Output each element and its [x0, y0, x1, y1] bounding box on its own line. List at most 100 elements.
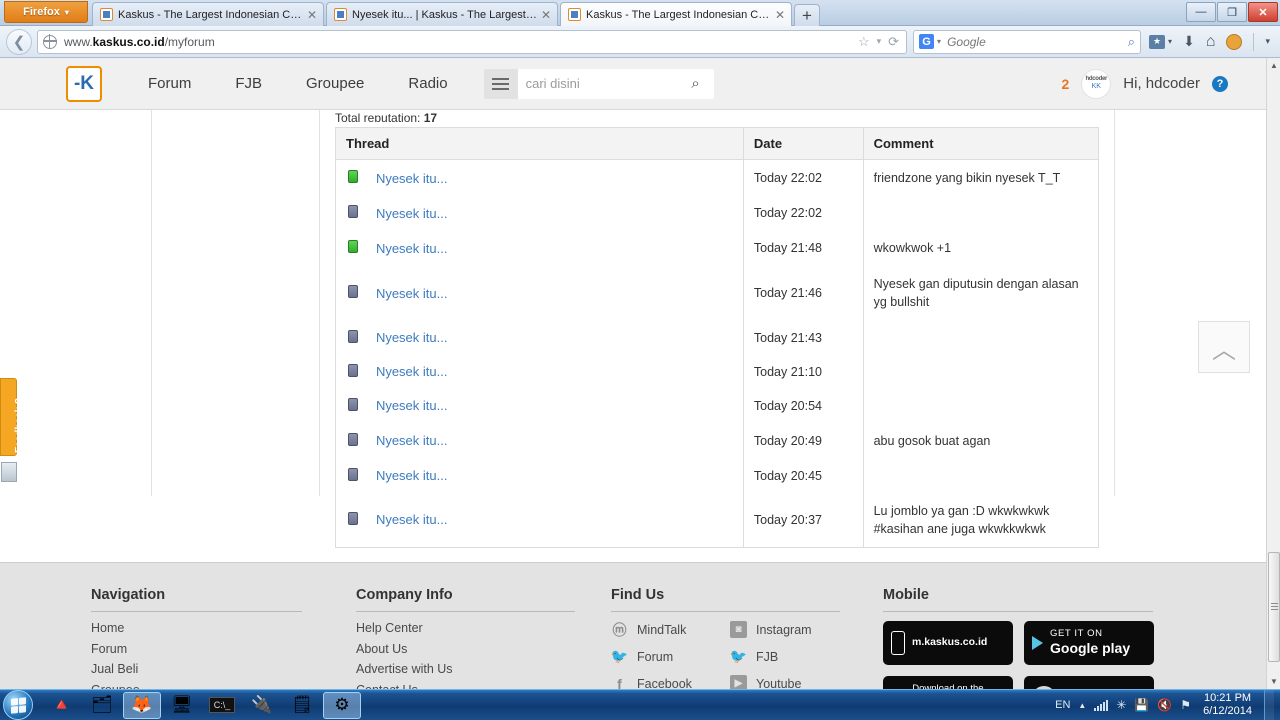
network-signal-icon[interactable]: [1094, 699, 1109, 711]
browser-tab-2[interactable]: Nyesek itu... | Kaskus - The Largest In.…: [326, 2, 558, 26]
address-bar[interactable]: www.kaskus.co.id/myforum ☆ ▾ ⟳: [37, 29, 908, 54]
footer-link-help-center[interactable]: Help Center: [356, 621, 611, 635]
close-icon[interactable]: ✕: [775, 8, 785, 22]
nav-item-radio[interactable]: Radio: [386, 75, 469, 92]
chevron-down-icon: ▾: [64, 7, 69, 17]
chevron-down-icon[interactable]: ▾: [877, 36, 882, 47]
taskbar-item-command-prompt[interactable]: C:\_: [203, 692, 241, 719]
footer-link-home[interactable]: Home: [91, 621, 356, 635]
close-icon[interactable]: ✕: [541, 8, 551, 22]
removable-media-icon[interactable]: 💾: [1134, 698, 1149, 712]
site-search-input[interactable]: cari disini: [517, 68, 678, 99]
thread-link[interactable]: Nyesek itu...: [376, 241, 448, 256]
thread-link[interactable]: Nyesek itu...: [376, 286, 448, 301]
footer-navigation: Navigation Home Forum Jual Beli Groupee …: [91, 587, 356, 689]
show-hidden-icons-icon[interactable]: ▲: [1078, 701, 1086, 710]
bookmark-star-icon[interactable]: ☆: [858, 34, 870, 50]
social-link-mindtalk[interactable]: ⓜ MindTalk: [611, 621, 730, 638]
taskbar-item-notepad[interactable]: 🗒: [283, 692, 321, 719]
taskbar-item-control-panel[interactable]: ⚙: [323, 691, 361, 719]
search-icon[interactable]: ⌕: [1128, 34, 1135, 50]
social-link-instagram[interactable]: ◙ Instagram: [730, 621, 849, 638]
minimize-button[interactable]: —: [1186, 2, 1216, 22]
show-desktop-button[interactable]: [1264, 689, 1274, 720]
page-scrollbar[interactable]: ▲ ▼: [1266, 58, 1280, 689]
blackberry-badge[interactable]: :: App World.: [1024, 676, 1154, 689]
notification-count[interactable]: 2: [1061, 76, 1069, 92]
feedback-tab[interactable]: Feedback ?: [0, 378, 25, 456]
nav-item-fjb[interactable]: FJB: [213, 75, 284, 92]
reload-icon[interactable]: ⟳: [888, 34, 899, 50]
divider: [1253, 32, 1255, 51]
search-icon[interactable]: ⌕: [677, 68, 714, 99]
new-tab-button[interactable]: +: [794, 4, 820, 26]
firefox-menu-button[interactable]: Firefox ▾: [4, 1, 88, 23]
chevron-up-icon: ︿: [1212, 336, 1236, 364]
column-header-date[interactable]: Date: [743, 127, 864, 160]
thread-link[interactable]: Nyesek itu...: [376, 433, 448, 448]
downloads-icon[interactable]: ⬇: [1183, 33, 1195, 50]
help-icon[interactable]: ?: [1212, 75, 1228, 92]
thread-link[interactable]: Nyesek itu...: [376, 206, 448, 221]
hamburger-menu-icon[interactable]: [483, 68, 518, 99]
social-link-youtube[interactable]: ▶ Youtube: [730, 675, 849, 689]
thread-status-icon: [348, 397, 358, 411]
taskbar-item-explorer[interactable]: 🗂: [83, 692, 121, 719]
scrollbar-thumb[interactable]: [1268, 552, 1280, 662]
action-center-flag-icon[interactable]: ⚑: [1180, 698, 1191, 712]
scroll-to-top-button[interactable]: ︿: [1198, 321, 1250, 373]
start-button[interactable]: [3, 690, 33, 720]
footer-link-advertise[interactable]: Advertise with Us: [356, 662, 611, 676]
addon-icon[interactable]: [1226, 33, 1243, 50]
thread-link[interactable]: Nyesek itu...: [376, 330, 448, 345]
language-indicator[interactable]: EN: [1055, 699, 1070, 711]
chevron-down-icon[interactable]: ▾: [1265, 36, 1270, 47]
footer-link-forum[interactable]: Forum: [91, 642, 356, 656]
thread-link[interactable]: Nyesek itu...: [376, 171, 448, 186]
taskbar-item-vlc[interactable]: 🔺: [43, 692, 81, 719]
avatar[interactable]: hdcoder KK: [1081, 68, 1112, 99]
scroll-up-arrow-icon[interactable]: ▲: [1267, 58, 1280, 73]
thread-link[interactable]: Nyesek itu...: [376, 364, 448, 379]
maximize-button[interactable]: ❐: [1217, 2, 1247, 22]
mkaskus-badge[interactable]: m.kaskus.co.id: [883, 621, 1013, 665]
nav-item-forum[interactable]: Forum: [126, 75, 213, 92]
close-window-button[interactable]: ✕: [1248, 2, 1278, 22]
kaskus-logo[interactable]: -K: [66, 65, 102, 102]
browser-tab-3[interactable]: Kaskus - The Largest Indonesian Com... ✕: [560, 2, 792, 26]
thread-link[interactable]: Nyesek itu...: [376, 468, 448, 483]
browser-tab-1[interactable]: Kaskus - The Largest Indonesian Com... ✕: [92, 2, 324, 26]
scroll-down-arrow-icon[interactable]: ▼: [1267, 674, 1280, 689]
feedback-thumbnail[interactable]: [1, 462, 17, 482]
left-sidebar: [151, 110, 320, 496]
close-icon[interactable]: ✕: [307, 8, 317, 22]
social-link-twitter-fjb[interactable]: 🐦 FJB: [730, 648, 849, 665]
app-store-badge[interactable]:  Download on the App Store: [883, 676, 1013, 689]
google-play-badge[interactable]: GET IT ON Google play: [1024, 621, 1154, 665]
thread-status-icon: [348, 205, 358, 219]
user-greeting[interactable]: Hi, hdcoder: [1123, 75, 1200, 92]
footer-navigation-title: Navigation: [91, 587, 302, 612]
footer-link-jual-beli[interactable]: Jual Beli: [91, 662, 356, 676]
vlc-icon: 🔺: [51, 695, 73, 714]
taskbar-item-network-tool[interactable]: 🔌: [243, 692, 281, 719]
taskbar-item-remote-desktop[interactable]: 🖥: [163, 692, 201, 719]
social-link-facebook[interactable]: f Facebook: [611, 675, 730, 690]
column-header-comment[interactable]: Comment: [863, 127, 1099, 160]
footer-link-about-us[interactable]: About Us: [356, 642, 611, 656]
taskbar-item-firefox[interactable]: 🦊: [123, 691, 161, 719]
browser-search-box[interactable]: G ▾ Google ⌕: [913, 29, 1142, 54]
thread-link[interactable]: Nyesek itu...: [376, 398, 448, 413]
back-button[interactable]: ❮: [6, 28, 32, 55]
home-icon[interactable]: ⌂: [1206, 33, 1216, 51]
clock[interactable]: 10:21 PM 6/12/2014: [1199, 692, 1256, 717]
column-header-thread[interactable]: Thread: [335, 127, 744, 160]
bluetooth-icon[interactable]: ✳: [1116, 698, 1126, 712]
footer-find-us: Find Us ⓜ MindTalk ◙ Instagram 🐦 Forum 🐦…: [611, 587, 883, 689]
bookmarks-button[interactable]: ★ ▾: [1149, 34, 1172, 49]
chevron-down-icon[interactable]: ▾: [937, 37, 941, 46]
volume-muted-icon[interactable]: 🔇: [1157, 698, 1172, 712]
thread-link[interactable]: Nyesek itu...: [376, 512, 448, 527]
social-link-twitter-forum[interactable]: 🐦 Forum: [611, 648, 730, 665]
nav-item-groupee[interactable]: Groupee: [284, 75, 386, 92]
